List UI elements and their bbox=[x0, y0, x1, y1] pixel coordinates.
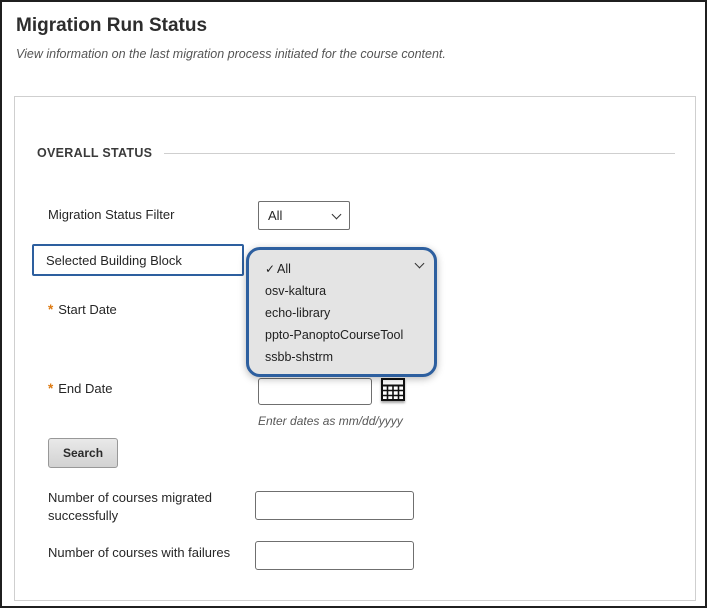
start-date-label: Start Date bbox=[58, 302, 117, 317]
option-label: echo-library bbox=[265, 306, 330, 320]
option-label: osv-kaltura bbox=[265, 284, 326, 298]
overall-status-section-header: OVERALL STATUS bbox=[37, 146, 675, 160]
option-label: ssbb-shstrm bbox=[265, 350, 333, 364]
building-block-option[interactable]: osv-kaltura bbox=[249, 280, 434, 302]
courses-migrated-input[interactable] bbox=[255, 491, 414, 520]
chevron-down-icon bbox=[332, 209, 342, 219]
page-subtitle: View information on the last migration p… bbox=[16, 47, 446, 61]
calendar-button[interactable] bbox=[379, 375, 407, 405]
migration-status-filter-select[interactable]: All bbox=[258, 201, 350, 230]
calendar-icon bbox=[380, 376, 406, 402]
migration-run-status-page: Migration Run Status View information on… bbox=[0, 0, 707, 608]
page-title: Migration Run Status bbox=[16, 15, 207, 37]
date-format-hint: Enter dates as mm/dd/yyyy bbox=[258, 414, 403, 428]
content-panel: OVERALL STATUS Migration Status Filter A… bbox=[14, 96, 696, 601]
courses-failures-label: Number of courses with failures bbox=[48, 545, 230, 560]
migration-status-filter-label: Migration Status Filter bbox=[48, 207, 174, 222]
building-block-label[interactable]: Selected Building Block bbox=[32, 244, 244, 276]
building-block-option[interactable]: ssbb-shstrm bbox=[249, 346, 434, 368]
courses-migrated-label: Number of courses migrated successfully bbox=[48, 489, 253, 525]
building-block-dropdown: ✓ All osv-kaltura echo-library ppto-Pano… bbox=[246, 247, 437, 377]
building-block-label-text: Selected Building Block bbox=[46, 253, 182, 268]
building-block-option[interactable]: ppto-PanoptoCourseTool bbox=[249, 324, 434, 346]
option-label: ppto-PanoptoCourseTool bbox=[265, 328, 403, 342]
courses-failures-input[interactable] bbox=[255, 541, 414, 570]
checkmark-icon: ✓ bbox=[265, 262, 277, 276]
end-date-label: End Date bbox=[58, 381, 112, 396]
start-date-row: * Start Date bbox=[48, 302, 117, 317]
required-asterisk: * bbox=[48, 302, 53, 317]
required-asterisk: * bbox=[48, 381, 53, 396]
option-label: All bbox=[277, 262, 291, 276]
end-date-input[interactable] bbox=[258, 378, 372, 405]
building-block-option[interactable]: echo-library bbox=[249, 302, 434, 324]
section-divider bbox=[164, 153, 675, 154]
building-block-option[interactable]: ✓ All bbox=[249, 258, 434, 280]
migration-status-filter-value: All bbox=[268, 208, 282, 223]
end-date-row: * End Date bbox=[48, 381, 112, 396]
section-title: OVERALL STATUS bbox=[37, 146, 152, 160]
search-button[interactable]: Search bbox=[48, 438, 118, 468]
